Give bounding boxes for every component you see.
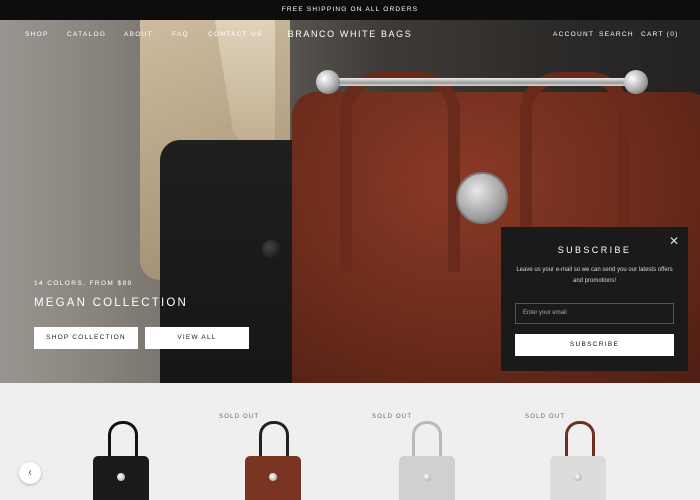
nav-about[interactable]: ABOUT — [124, 31, 153, 38]
popup-text: Leave us your e-mail so we can send you … — [516, 267, 673, 284]
nav-catalog[interactable]: CATALOG — [67, 31, 106, 38]
chevron-left-icon[interactable]: ‹ — [19, 462, 41, 484]
nav-account[interactable]: ACCOUNT — [553, 31, 594, 38]
subscribe-popup: ✕ SUBSCRIBE Leave us your e-mail so we c… — [501, 227, 688, 371]
product-card[interactable]: SOLD OUT — [525, 383, 665, 500]
product-clasp — [269, 473, 277, 481]
hero-title: MEGAN COLLECTION — [34, 297, 189, 309]
sold-out-badge: SOLD OUT — [372, 414, 413, 420]
nav-faq[interactable]: FAQ — [172, 31, 189, 38]
hero-image-knob — [624, 70, 648, 94]
hero-image-bag-rod — [325, 78, 635, 86]
announcement-text: FREE SHIPPING ON ALL ORDERS — [281, 6, 419, 13]
hero-subtitle: 14 COLORS, FROM $89 — [34, 280, 133, 287]
popup-title: SUBSCRIBE — [557, 245, 632, 255]
nav-cart[interactable]: CART (0) — [641, 31, 679, 38]
hero-image-knob — [316, 70, 340, 94]
announcement-bar: FREE SHIPPING ON ALL ORDERS — [0, 0, 700, 20]
product-card[interactable]: SOLD OUT — [372, 383, 512, 500]
product-clasp — [574, 473, 582, 481]
product-card[interactable] — [65, 383, 205, 500]
product-card[interactable]: SOLD OUT — [219, 383, 359, 500]
main-nav: SHOP CATALOG ABOUT FAQ CONTACT US BRANCO… — [0, 20, 700, 50]
sold-out-badge: SOLD OUT — [525, 414, 566, 420]
subscribe-button[interactable]: SUBSCRIBE — [515, 334, 674, 356]
hero-image-bag-handle — [340, 72, 460, 272]
sold-out-badge: SOLD OUT — [219, 414, 260, 420]
product-clasp — [423, 473, 431, 481]
shop-collection-button[interactable]: SHOP COLLECTION — [34, 327, 138, 349]
email-field[interactable]: Enter your email — [515, 303, 674, 324]
site-logo[interactable]: BRANCO WHITE BAGS — [288, 29, 413, 39]
product-carousel: SOLD OUT SOLD OUT SOLD OUT — [0, 383, 700, 500]
hero-content: 14 COLORS, FROM $89 MEGAN COLLECTION SHO… — [34, 280, 249, 349]
hero-image-medallion — [456, 172, 508, 224]
nav-contact-us[interactable]: CONTACT US — [208, 31, 263, 38]
product-clasp — [117, 473, 125, 481]
nav-search[interactable]: SEARCH — [599, 31, 634, 38]
view-all-button[interactable]: VIEW ALL — [145, 327, 249, 349]
hero-image-coat-button — [262, 240, 280, 258]
nav-shop[interactable]: SHOP — [25, 31, 49, 38]
